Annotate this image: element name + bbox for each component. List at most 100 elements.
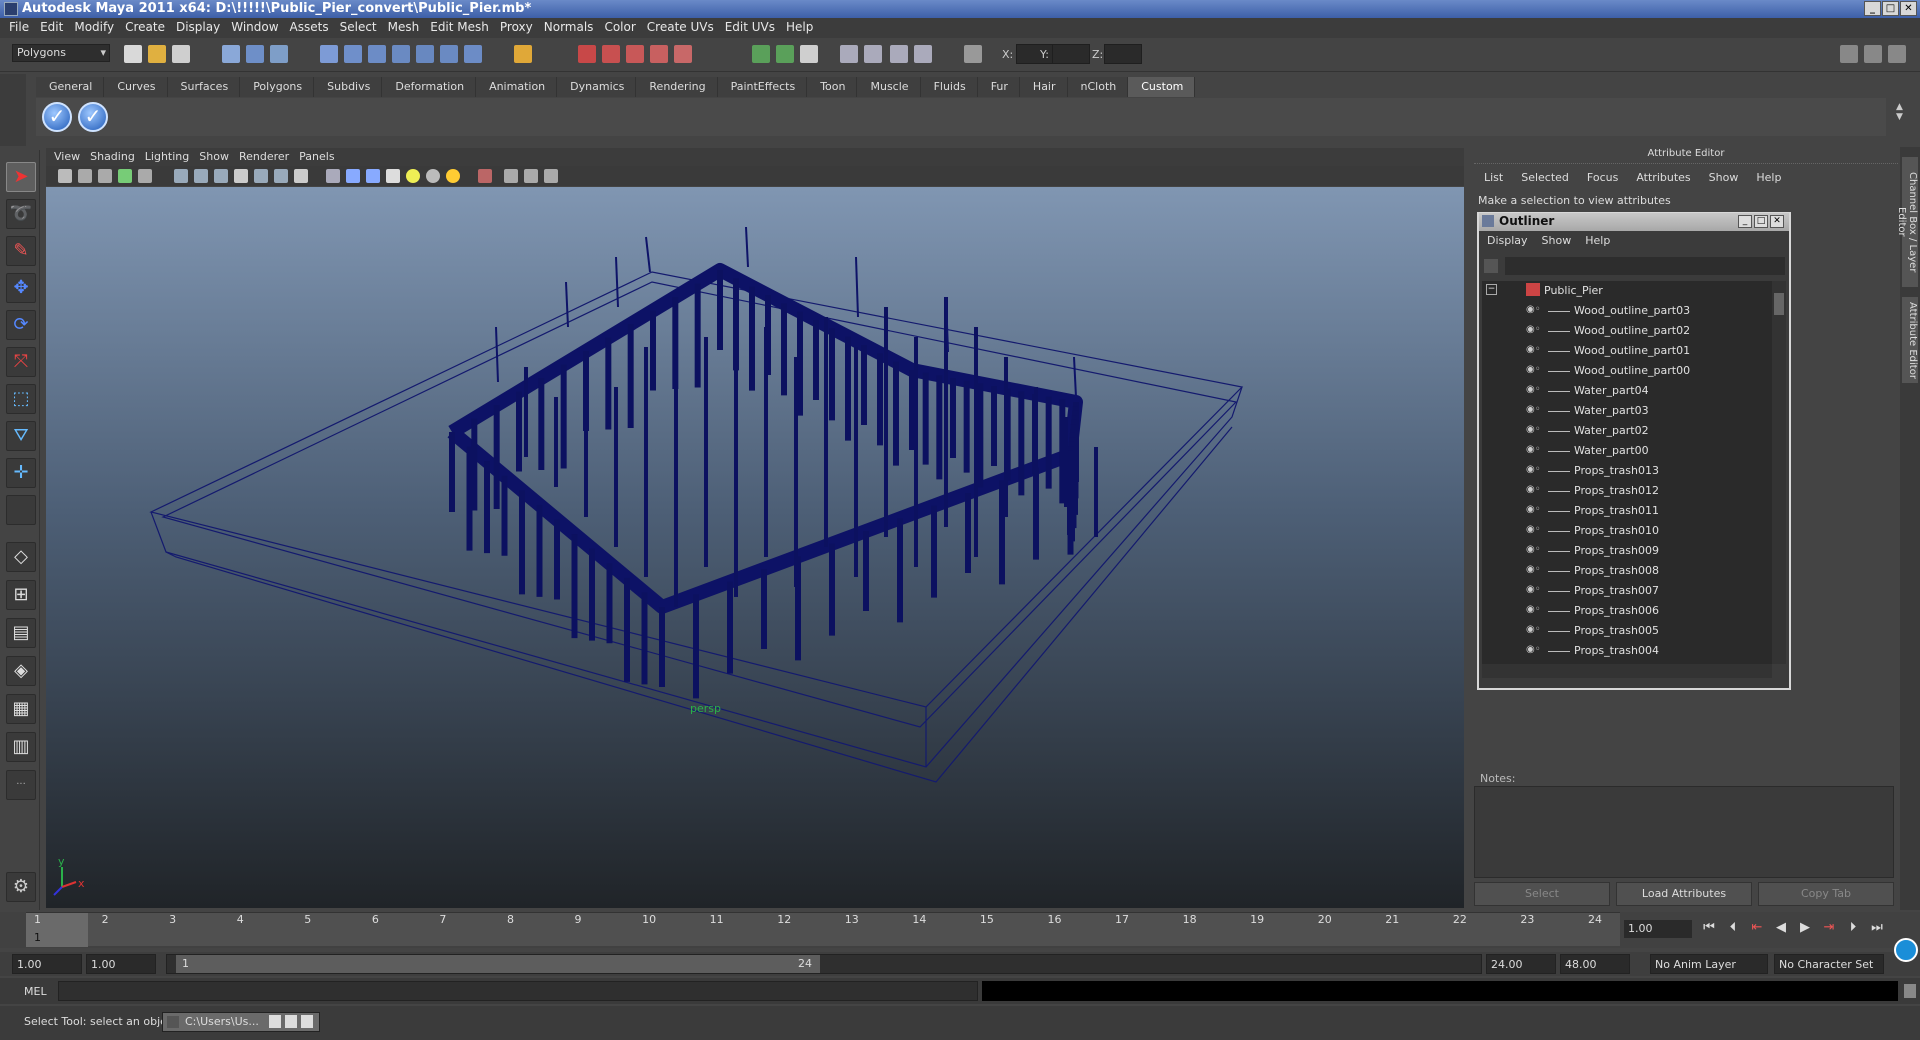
viewport-menu-shading[interactable]: Shading — [90, 148, 145, 166]
select-object-icon[interactable] — [246, 45, 264, 63]
viewport-menu-lighting[interactable]: Lighting — [145, 148, 199, 166]
shelf-tab-custom[interactable]: Custom — [1128, 77, 1196, 97]
paint-select-tool-icon[interactable]: ✎ — [6, 236, 36, 266]
high-quality-icon[interactable] — [544, 169, 558, 183]
layout-icon[interactable] — [1840, 45, 1858, 63]
outliner-minimize-button[interactable]: _ — [1738, 215, 1752, 228]
transform-field-icon[interactable] — [964, 45, 982, 63]
current-frame-field[interactable]: 1.00 — [1624, 920, 1692, 938]
shelf-tab-rendering[interactable]: Rendering — [636, 77, 718, 97]
script-editor-icon[interactable] — [1904, 984, 1916, 998]
shelf-tab-animation[interactable]: Animation — [476, 77, 558, 97]
xray-icon[interactable] — [504, 169, 518, 183]
select-hierarchy-icon[interactable] — [222, 45, 240, 63]
step-back-icon[interactable]: ⏴ — [1722, 920, 1744, 938]
ae-menu-show[interactable]: Show — [1703, 170, 1751, 188]
step-forward-key-icon[interactable]: ⇥ — [1818, 920, 1840, 938]
shelf-tab-surfaces[interactable]: Surfaces — [167, 77, 241, 97]
menu-create[interactable]: Create — [122, 18, 173, 38]
animation-preferences-icon[interactable] — [1894, 938, 1918, 962]
select-camera-icon[interactable] — [58, 169, 72, 183]
open-scene-icon[interactable] — [148, 45, 166, 63]
render-view-icon[interactable] — [674, 45, 692, 63]
camera-icon[interactable] — [840, 45, 858, 63]
notes-textarea[interactable] — [1474, 786, 1894, 878]
outliner-item[interactable]: ◉◦ Water_part00 — [1482, 441, 1772, 461]
menu-color[interactable]: Color — [601, 18, 643, 38]
tab-channel-box[interactable]: Channel Box / Layer Editor — [1896, 157, 1918, 287]
snap-grid-icon[interactable] — [320, 45, 338, 63]
task-maximize-button[interactable] — [285, 1015, 297, 1028]
custom-shelf-check-icon[interactable]: ✓ — [42, 102, 72, 132]
anim-layer-dropdown[interactable]: No Anim Layer — [1650, 954, 1768, 974]
outliner-item[interactable]: ◉◦ Props_trash008 — [1482, 561, 1772, 581]
timeline-bar[interactable]: 1 2 3 4 5 6 7 8 9 10 11 12 13 14 15 16 17 18 19 20 21 22 23 24 … — [26, 912, 1620, 947]
task-close-button[interactable] — [301, 1015, 313, 1028]
outliner-menu-help[interactable]: Help — [1585, 233, 1624, 251]
menu-file[interactable]: File — [6, 18, 37, 38]
shelf-tab-deformation[interactable]: Deformation — [382, 77, 477, 97]
outliner-item[interactable]: ◉◦ Props_trash007 — [1482, 581, 1772, 601]
outliner-horizontal-scrollbar[interactable] — [1482, 664, 1772, 678]
last-tool-icon[interactable] — [6, 495, 36, 525]
use-all-lights-icon[interactable] — [406, 169, 420, 183]
outliner-item[interactable]: ◉◦ Props_trash009 — [1482, 541, 1772, 561]
collapse-toggle-icon[interactable]: − — [1486, 284, 1497, 295]
input-output-icon[interactable] — [464, 45, 482, 63]
move-tool-icon[interactable]: ✥ — [6, 273, 36, 303]
more-layouts-icon[interactable]: ··· — [6, 770, 36, 800]
close-button[interactable]: ✕ — [1900, 1, 1917, 16]
rotate-tool-icon[interactable]: ⟳ — [6, 310, 36, 340]
copy-tab-button[interactable]: Copy Tab — [1758, 882, 1894, 906]
menu-proxy[interactable]: Proxy — [497, 18, 541, 38]
default-light-icon[interactable] — [446, 169, 460, 183]
menu-help[interactable]: Help — [783, 18, 821, 38]
outliner-item[interactable]: ◉◦ Water_part03 — [1482, 401, 1772, 421]
film-gate-icon[interactable] — [194, 169, 208, 183]
outliner-item[interactable]: ◉◦ Props_trash010 — [1482, 521, 1772, 541]
shelf-tab-toon[interactable]: Toon — [807, 77, 858, 97]
minimized-window-task[interactable]: C:\Users\Us... — [162, 1012, 320, 1032]
outliner-root-item[interactable]: − Public_Pier — [1482, 281, 1772, 301]
viewport-menu-show[interactable]: Show — [199, 148, 239, 166]
shelf-handle[interactable] — [0, 74, 26, 146]
shelf-tab-dynamics[interactable]: Dynamics — [557, 77, 637, 97]
shelf-tab-fur[interactable]: Fur — [977, 77, 1020, 97]
persp-outliner-layout-icon[interactable]: ▤ — [6, 618, 36, 648]
maximize-button[interactable]: □ — [1882, 1, 1899, 16]
minimize-button[interactable]: _ — [1864, 1, 1881, 16]
safe-action-icon[interactable] — [274, 169, 288, 183]
render-current-frame-icon[interactable] — [578, 45, 596, 63]
go-to-start-icon[interactable]: ⏮ — [1698, 920, 1720, 938]
character-set-dropdown[interactable]: No Character Set — [1774, 954, 1884, 974]
show-manipulator-icon[interactable]: ✛ — [6, 458, 36, 488]
ae-menu-selected[interactable]: Selected — [1515, 170, 1581, 188]
grid-toggle-icon[interactable] — [174, 169, 188, 183]
select-component-icon[interactable] — [270, 45, 288, 63]
playback-start-field[interactable]: 1.00 — [86, 954, 156, 974]
single-perspective-layout-icon[interactable]: ◇ — [6, 542, 36, 572]
absolute-transform-icon[interactable] — [890, 45, 908, 63]
outliner-item[interactable]: ◉◦ Props_trash006 — [1482, 601, 1772, 621]
menu-create-uvs[interactable]: Create UVs — [644, 18, 722, 38]
render-settings-icon[interactable] — [626, 45, 644, 63]
play-forwards-icon[interactable]: ▶ — [1794, 920, 1816, 938]
step-back-key-icon[interactable]: ⇤ — [1746, 920, 1768, 938]
shelf-tab-hair[interactable]: Hair — [1019, 77, 1068, 97]
select-button[interactable]: Select — [1474, 882, 1610, 906]
outliner-item[interactable]: ◉◦ Props_trash005 — [1482, 621, 1772, 641]
range-handle[interactable]: 1 24 — [176, 955, 820, 973]
shelf-scroll-arrows[interactable]: ▲ ▼ — [1896, 102, 1908, 132]
menu-edit-uvs[interactable]: Edit UVs — [722, 18, 783, 38]
wireframe-icon[interactable] — [326, 169, 340, 183]
snap-view-plane-icon[interactable] — [392, 45, 410, 63]
y-field[interactable] — [1052, 44, 1090, 64]
shelf-tab-fluids[interactable]: Fluids — [920, 77, 978, 97]
toolbox-settings-icon[interactable]: ⚙ — [6, 872, 36, 902]
shadows-icon[interactable] — [426, 169, 440, 183]
modeling-toolkit-icon[interactable] — [752, 45, 770, 63]
hypershade-persp-layout-icon[interactable]: ▦ — [6, 694, 36, 724]
animation-start-field[interactable]: 1.00 — [12, 954, 82, 974]
soft-modification-icon[interactable]: ⛛ — [6, 421, 36, 451]
attribute-editor-toggle-icon[interactable] — [800, 45, 818, 63]
